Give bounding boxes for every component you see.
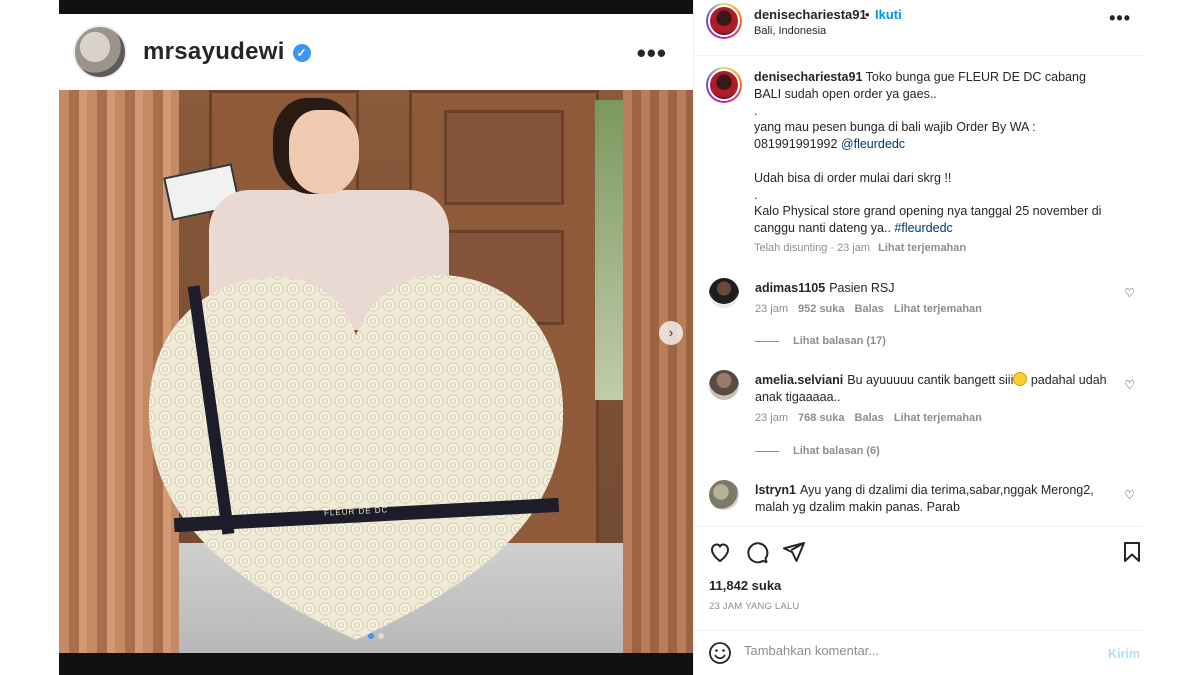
post-media: mrsayudewi ✓ ••• FLEUR DE DC › — [59, 0, 693, 675]
screenshot-frame: mrsayudewi ✓ ••• FLEUR DE DC › denisecha… — [0, 0, 1200, 675]
add-comment-bar: Kirim — [694, 630, 1143, 675]
comment-body: Bu ayuuuuu cantik bangett siii — [847, 373, 1014, 387]
heart-icon[interactable] — [708, 540, 732, 564]
slide-dot-active — [368, 633, 374, 639]
bookmark-icon[interactable] — [1120, 540, 1144, 564]
comment-username[interactable]: lstryn1 — [755, 483, 796, 497]
reply-button[interactable]: Balas — [855, 412, 884, 424]
door-panel-top — [444, 110, 564, 205]
comment-text: amelia.selviani Bu ayuuuuu cantik bangett… — [755, 372, 1117, 406]
header-separator: • — [865, 7, 870, 22]
comment-avatar[interactable] — [709, 278, 739, 308]
media-top-letterbox — [59, 0, 693, 14]
caption-edited: Telah disunting — [754, 242, 828, 254]
next-slide-button[interactable]: › — [659, 321, 683, 345]
post-time-ago[interactable]: 23 JAM YANG LALU — [709, 601, 800, 612]
emoji-picker-icon[interactable] — [708, 641, 732, 665]
comment-time[interactable]: 23 jam — [755, 303, 788, 315]
comment-like-heart-icon[interactable]: ♡ — [1124, 378, 1135, 392]
comment-text: adimas1105 Pasien RSJ — [755, 280, 1117, 297]
more-options-icon[interactable]: ••• — [1109, 8, 1131, 29]
comment-text: lstryn1 Ayu yang di dzalimi dia terima,sa… — [755, 482, 1117, 516]
flower-heart — [148, 275, 564, 640]
location-link[interactable]: Bali, Indonesia — [754, 25, 826, 37]
post-photo[interactable]: FLEUR DE DC › — [59, 90, 693, 653]
embedded-username-text[interactable]: mrsayudewi — [143, 38, 285, 65]
comment-icon[interactable] — [745, 540, 769, 564]
comment-likes[interactable]: 952 suka — [798, 303, 844, 315]
post-comment-button[interactable]: Kirim — [1108, 647, 1140, 661]
comment-body: Pasien RSJ — [829, 281, 895, 295]
caption-username[interactable]: denisechariesta91 — [754, 70, 862, 84]
slide-dot — [378, 633, 384, 639]
comment-avatar[interactable] — [709, 370, 739, 400]
caption-mention[interactable]: @fleurdedc — [841, 137, 905, 151]
slide-indicator — [59, 633, 693, 639]
comment-username[interactable]: adimas1105 — [755, 281, 825, 295]
comment-meta: 23 jam 952 suka Balas Lihat terjemahan — [755, 303, 992, 315]
likes-count[interactable]: 11,842 suka — [709, 578, 781, 593]
embedded-username[interactable]: mrsayudewi ✓ — [143, 38, 311, 66]
comment-likes[interactable]: 768 suka — [798, 412, 844, 424]
share-icon[interactable] — [782, 540, 806, 564]
verified-badge-icon: ✓ — [292, 43, 311, 62]
comment-body: Ayu yang di dzalimi dia terima,sabar,ngg… — [755, 483, 1094, 514]
comment-like-heart-icon[interactable]: ♡ — [1124, 488, 1135, 502]
comment-meta: 23 jam 768 suka Balas Lihat terjemahan — [755, 412, 992, 424]
translate-link[interactable]: Lihat terjemahan — [894, 303, 982, 315]
comment-input[interactable] — [744, 643, 1084, 658]
comment-avatar[interactable] — [709, 480, 739, 510]
star-struck-emoji-icon — [1013, 372, 1028, 386]
curtain-right — [623, 90, 693, 653]
caption-meta: Telah disunting · 23 jam Lihat terjemahan — [754, 242, 966, 254]
caption-meta-separator: · — [830, 242, 835, 254]
follow-button[interactable]: Ikuti — [875, 7, 902, 22]
caption-translate-link[interactable]: Lihat terjemahan — [878, 242, 966, 254]
view-replies-label[interactable]: Lihat balasan (17) — [793, 335, 886, 347]
reply-button[interactable]: Balas — [855, 303, 884, 315]
author-username[interactable]: denisechariesta91 — [754, 7, 867, 22]
caption-hashtag[interactable]: #fleurdedc — [894, 221, 952, 235]
media-bottom-letterbox — [59, 653, 693, 675]
view-replies-button[interactable]: Lihat balasan (6) — [755, 445, 880, 457]
post-sidebar: denisechariesta91 • Ikuti Bali, Indonesi… — [693, 0, 1143, 675]
author-avatar[interactable] — [706, 3, 742, 39]
embedded-avatar[interactable] — [73, 25, 127, 79]
embedded-post-header: mrsayudewi ✓ ••• — [59, 14, 693, 90]
view-replies-label[interactable]: Lihat balasan (6) — [793, 445, 880, 457]
comment-username[interactable]: amelia.selviani — [755, 373, 843, 387]
caption-avatar[interactable] — [706, 67, 742, 103]
caption-text: denisechariesta91 Toko bunga gue FLEUR D… — [754, 69, 1114, 237]
view-replies-button[interactable]: Lihat balasan (17) — [755, 335, 886, 347]
person-head — [289, 110, 359, 194]
embedded-more-icon[interactable]: ••• — [637, 38, 667, 69]
caption-time[interactable]: 23 jam — [837, 242, 870, 254]
post-header: denisechariesta91 • Ikuti Bali, Indonesi… — [694, 0, 1143, 56]
comment-time[interactable]: 23 jam — [755, 412, 788, 424]
translate-link[interactable]: Lihat terjemahan — [894, 412, 982, 424]
comment-like-heart-icon[interactable]: ♡ — [1124, 286, 1135, 300]
post-actions: 11,842 suka 23 JAM YANG LALU — [694, 526, 1143, 636]
